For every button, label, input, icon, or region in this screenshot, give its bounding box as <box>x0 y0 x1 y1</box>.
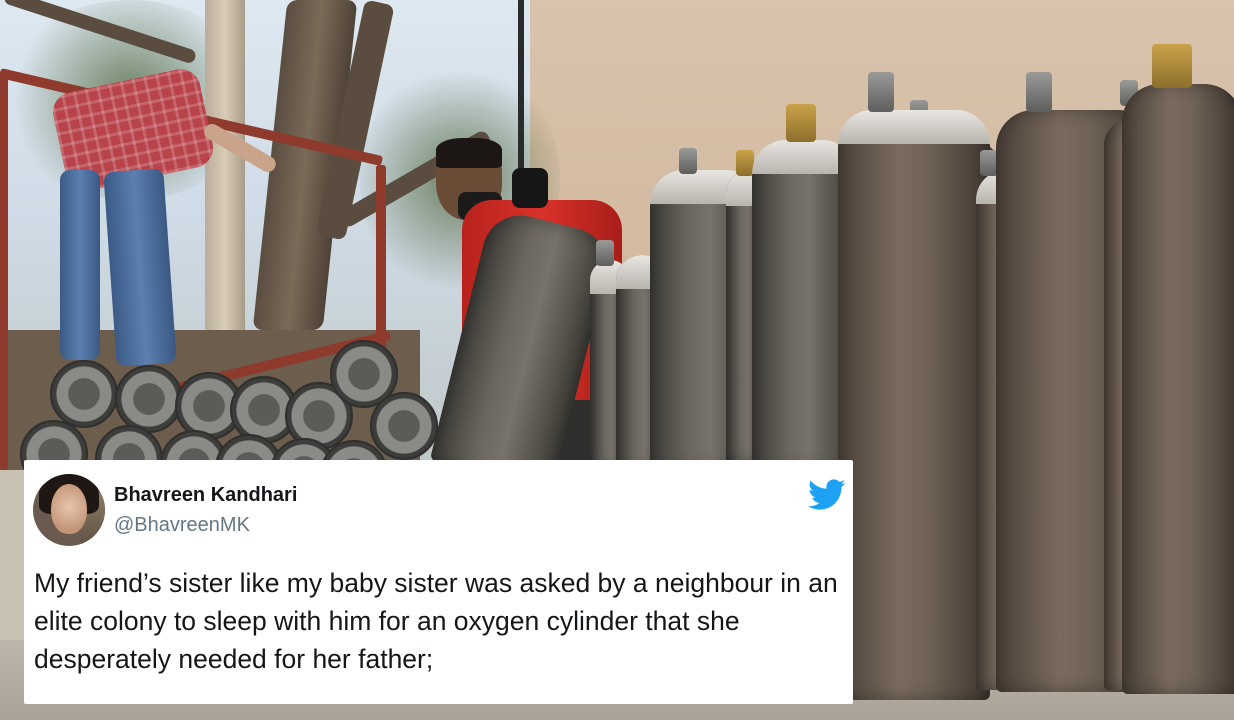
stacked-cylinder <box>115 365 183 433</box>
truck-rail <box>0 70 8 470</box>
tweet-text: My friend’s sister like my baby sister w… <box>34 568 838 674</box>
pole <box>205 0 245 340</box>
news-graphic: Bhavreen Kandhari @BhavreenMK My friend’… <box>0 0 1234 720</box>
user-handle: @BhavreenMK <box>114 514 250 536</box>
tweet-card: Bhavreen Kandhari @BhavreenMK My friend’… <box>24 460 853 704</box>
twitter-bird-icon <box>808 479 846 510</box>
oxygen-cylinder <box>838 110 990 700</box>
metal-rod <box>518 0 524 170</box>
oxygen-cylinder <box>1122 84 1234 694</box>
cylinder-valve <box>786 104 816 142</box>
cylinder-valve <box>1026 72 1052 112</box>
stacked-cylinder <box>370 392 438 460</box>
avatar <box>33 474 105 546</box>
cylinder-valve <box>868 72 894 112</box>
stacked-cylinder <box>50 360 118 428</box>
cylinder-valve <box>679 148 697 174</box>
cylinder-valve <box>596 240 614 266</box>
display-name: Bhavreen Kandhari <box>114 484 298 506</box>
cylinder-valve <box>1152 44 1192 88</box>
